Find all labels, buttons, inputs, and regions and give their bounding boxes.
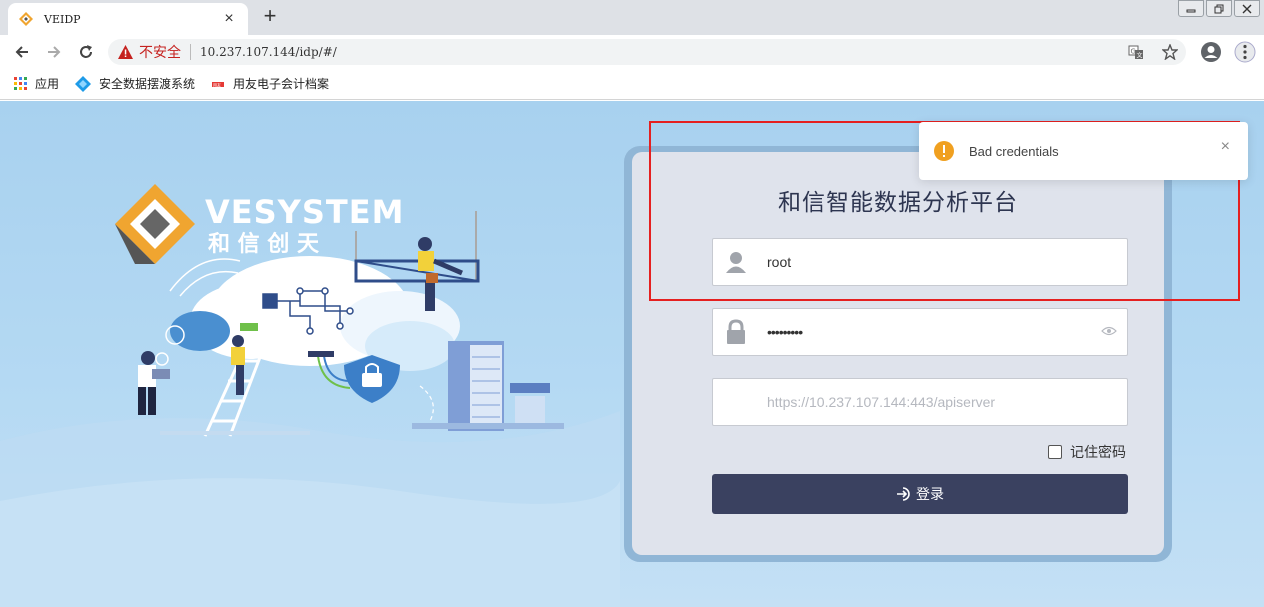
remember-label: 记住密码 [1070, 444, 1126, 460]
ferry-diamond-icon [75, 75, 92, 92]
reload-icon [80, 44, 92, 58]
browser-tab[interactable]: VEIDP × [8, 3, 248, 35]
shield-lock-icon [344, 355, 400, 403]
new-tab-button[interactable]: + [258, 5, 282, 29]
back-arrow-icon [15, 45, 28, 58]
bookmark-star-icon[interactable] [1162, 44, 1178, 60]
bookmark-label: 安全数据摆渡系统 [99, 77, 196, 91]
site-favicon-icon [19, 12, 33, 26]
svg-text:用友: 用友 [213, 81, 221, 87]
bubble-icon [155, 352, 169, 366]
omnibox-actions: G文 [1128, 44, 1178, 60]
toolbar-right [1200, 35, 1256, 68]
bookmark-apps[interactable]: 应用 [14, 75, 59, 92]
login-button[interactable]: 登录 [712, 474, 1128, 514]
close-window-button[interactable] [1234, 0, 1260, 17]
minimize-icon [1186, 9, 1196, 12]
toast-close-button[interactable]: × [1221, 138, 1230, 156]
login-icon [897, 487, 910, 501]
password-field[interactable]: ••••••••• [712, 308, 1128, 356]
warning-triangle-icon [118, 45, 133, 59]
logo-cn-text: 和 信 创 天 [208, 231, 320, 257]
bookmark-label: 应用 [35, 77, 60, 91]
tab-close-button[interactable]: × [220, 10, 238, 28]
address-separator [190, 44, 191, 60]
remember-checkbox[interactable] [1048, 445, 1062, 459]
back-button[interactable] [6, 37, 38, 67]
vesystem-logo-icon [115, 184, 195, 264]
security-label: 不安全 [139, 44, 181, 60]
restore-button[interactable] [1206, 0, 1232, 17]
security-indicator[interactable]: 不安全 [118, 42, 181, 62]
reload-button[interactable] [70, 37, 102, 67]
logo-brand-text: VESYSTEM [205, 193, 404, 231]
server-url-placeholder: https://10.237.107.144:443/apiserver [767, 394, 996, 410]
browser-menu-icon[interactable] [1234, 41, 1256, 63]
login-button-label: 登录 [916, 486, 944, 502]
translate-icon[interactable]: G文 [1128, 44, 1144, 60]
tab-strip: VEIDP × + [0, 0, 1264, 35]
profile-avatar-icon[interactable] [1200, 41, 1222, 63]
remember-password[interactable]: 记住密码 [1048, 442, 1126, 462]
lock-icon [713, 319, 759, 345]
forward-arrow-icon [48, 45, 61, 58]
warning-circle-icon [934, 141, 954, 161]
login-page: VESYSTEM 和 信 创 天 和信智能数据分析平台 root •••••••… [0, 101, 1264, 607]
hero-illustration: VESYSTEM 和 信 创 天 [0, 184, 620, 607]
bookmark-ferry-system[interactable]: 安全数据摆渡系统 [75, 75, 195, 92]
server-url-field[interactable]: https://10.237.107.144:443/apiserver [712, 378, 1128, 426]
show-password-eye-icon[interactable] [1101, 323, 1117, 341]
close-icon [1242, 4, 1252, 13]
apps-grid-icon [14, 77, 27, 90]
restore-icon [1214, 4, 1224, 13]
window-controls [1178, 0, 1260, 17]
address-bar[interactable]: 不安全 10.237.107.144/idp/#/ G文 [108, 39, 1186, 65]
toast-message: Bad credentials [969, 143, 1059, 159]
yonyou-logo-icon: 用友 [212, 81, 225, 87]
bookmark-yonyou-archive[interactable]: 用友 用友电子会计档案 [211, 75, 329, 92]
password-value: ••••••••• [767, 324, 803, 340]
browser-toolbar: 不安全 10.237.107.144/idp/#/ G文 [0, 35, 1264, 68]
person-laptop-icon [138, 351, 170, 415]
url-text: 10.237.107.144/idp/#/ [200, 45, 337, 59]
svg-text:文: 文 [1137, 52, 1143, 60]
bookmark-label: 用友电子会计档案 [233, 77, 330, 91]
error-toast: Bad credentials × [919, 122, 1248, 180]
tab-title: VEIDP [44, 12, 81, 26]
forward-button[interactable] [38, 37, 70, 67]
minimize-button[interactable] [1178, 0, 1204, 17]
bookmarks-bar: 应用 安全数据摆渡系统 用友 用友电子会计档案 [0, 68, 1264, 100]
